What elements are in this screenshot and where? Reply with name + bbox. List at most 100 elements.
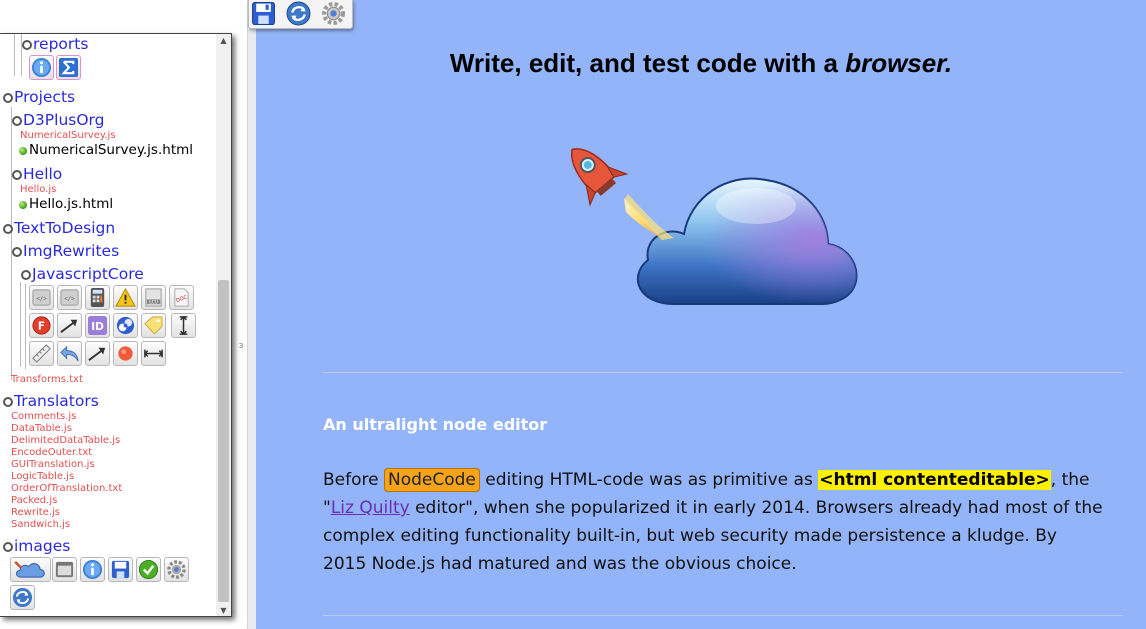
file-tree: reports Projects D3PlusOrg NumericalSurv… <box>0 34 215 616</box>
paragraph-text: editing HTML-code was as primitive as <box>479 470 819 490</box>
tree-folder-label: images <box>14 537 71 556</box>
collapse-toggle-icon[interactable] <box>3 397 13 407</box>
tag-icon <box>144 316 163 335</box>
f-circle-icon: F <box>32 316 51 335</box>
save-icon <box>252 2 275 25</box>
horizontal-measure-icon <box>143 349 164 358</box>
window-icon <box>55 561 74 578</box>
page-title-text: Write, edit, and test code with a <box>449 48 846 78</box>
tree-file-hello-html[interactable]: Hello.js.html <box>19 196 113 214</box>
warning-file-button[interactable] <box>113 285 138 310</box>
paragraph-text: editor", when she popularized it in earl… <box>323 498 1103 574</box>
tree-folder-projects[interactable]: Projects <box>3 88 75 108</box>
green-dot-icon <box>19 147 27 155</box>
tree-folder-images[interactable]: images <box>3 537 70 557</box>
check-icon <box>138 559 159 580</box>
tree-folder-label: Translators <box>14 392 99 411</box>
check-image-button[interactable] <box>136 557 161 582</box>
tree-folder-label: JavascriptCore <box>32 265 144 284</box>
tree-folder-javascriptcore[interactable]: JavascriptCore <box>21 265 144 285</box>
tree-folder-texttodesign[interactable]: TextToDesign <box>3 219 115 239</box>
id-icon: ID <box>87 315 108 336</box>
refresh-image-button[interactable] <box>10 585 35 610</box>
info-image-button[interactable] <box>80 557 105 582</box>
collapse-toggle-icon[interactable] <box>3 93 13 103</box>
vertical-measure-button[interactable] <box>171 313 196 338</box>
tree-scrollbar[interactable]: ▲ ▼ <box>216 34 231 616</box>
settings-button[interactable] <box>320 0 347 27</box>
tree-folder-hello[interactable]: Hello <box>12 165 62 185</box>
tree-folder-label: Projects <box>14 88 76 107</box>
ruler-icon <box>32 344 51 363</box>
svg-text:</>: </> <box>64 296 75 302</box>
sigma-file-button[interactable] <box>56 55 81 80</box>
doc-file-button[interactable]: DOC <box>169 285 194 310</box>
red-dot-file-button[interactable] <box>113 341 138 366</box>
tree-file-label: Hello.js.html <box>29 196 114 213</box>
tree-folder-d3plusorg[interactable]: D3PlusOrg <box>12 111 105 131</box>
svg-text:</>: </> <box>36 296 47 302</box>
tree-folder-reports[interactable]: reports <box>22 35 88 55</box>
tag-file-button[interactable] <box>141 313 166 338</box>
tree-folder-translators[interactable]: Translators <box>3 392 99 412</box>
svg-text:LCU: LCU <box>149 300 158 306</box>
sigma-icon <box>58 57 79 78</box>
tree-file-numericalsurvey-html[interactable]: NumericalSurvey.js.html <box>19 142 193 160</box>
page-title-emphasis: browser. <box>845 48 953 78</box>
collapse-toggle-icon[interactable] <box>12 116 22 126</box>
tree-folder-label: ImgRewrites <box>23 242 120 261</box>
scroll-up-arrow-icon[interactable]: ▲ <box>216 34 231 48</box>
tree-folder-imgrewrites[interactable]: ImgRewrites <box>12 242 119 262</box>
collapse-toggle-icon[interactable] <box>12 247 22 257</box>
paragraph-text: Before <box>323 470 384 490</box>
settings-icon <box>322 2 345 25</box>
undo-file-button[interactable] <box>57 341 82 366</box>
scroll-down-arrow-icon[interactable]: ▼ <box>216 604 231 616</box>
tree-folder-label: D3PlusOrg <box>23 111 105 130</box>
f-file-button[interactable]: F <box>29 313 54 338</box>
horizontal-measure-button[interactable] <box>141 341 166 366</box>
collapse-toggle-icon[interactable] <box>3 224 13 234</box>
collapse-toggle-icon[interactable] <box>21 270 31 280</box>
id-file-button[interactable]: ID <box>85 313 110 338</box>
refresh-button[interactable] <box>285 0 312 27</box>
refresh-icon <box>286 1 311 26</box>
collapse-toggle-icon[interactable] <box>22 40 32 50</box>
gear-image-button[interactable] <box>164 557 189 582</box>
blend-icon <box>116 316 135 335</box>
tree-file-transforms-txt[interactable]: Transforms.txt <box>11 375 83 387</box>
code-file-button[interactable]: </> <box>29 285 54 310</box>
ruler-file-button[interactable] <box>29 341 54 366</box>
save-image-button[interactable] <box>108 557 133 582</box>
blend-file-button[interactable] <box>113 313 138 338</box>
arrow-file-button[interactable] <box>57 313 82 338</box>
collapse-toggle-icon[interactable] <box>12 170 22 180</box>
save-button[interactable] <box>250 0 277 27</box>
lcu-file-button[interactable]: LCU <box>141 285 166 310</box>
code-file-button[interactable]: </> <box>57 285 82 310</box>
collapse-toggle-icon[interactable] <box>3 542 13 552</box>
cloud-image-button[interactable] <box>10 557 51 582</box>
rocket-cloud-illustration <box>570 148 858 305</box>
tree-file-sandwich-js[interactable]: Sandwich.js <box>11 520 70 532</box>
code-file-icon: </> <box>32 289 51 306</box>
scrollbar-thumb[interactable] <box>218 280 229 602</box>
tree-guide-line <box>25 284 26 369</box>
warning-icon <box>115 287 136 307</box>
tree-folder-label: Hello <box>23 165 63 184</box>
code-file-icon: </> <box>60 289 79 306</box>
arrow-right-icon <box>88 347 106 361</box>
arrow-file-button[interactable] <box>85 341 110 366</box>
tree-folder-label: TextToDesign <box>14 219 116 238</box>
page-title: Write, edit, and test code with a browse… <box>256 48 1146 79</box>
info-file-button[interactable] <box>29 55 54 80</box>
window-image-button[interactable] <box>52 557 77 582</box>
green-dot-icon <box>19 201 27 209</box>
splitter-grip[interactable]: 3 <box>239 342 243 350</box>
calculator-file-button[interactable] <box>85 285 110 310</box>
main-content: Write, edit, and test code with a browse… <box>256 0 1146 629</box>
liz-quilty-link[interactable]: Liz Quilty <box>331 498 410 518</box>
tree-guide-line <box>20 282 21 367</box>
arrow-right-icon <box>60 319 78 333</box>
panel-splitter[interactable] <box>247 0 256 629</box>
